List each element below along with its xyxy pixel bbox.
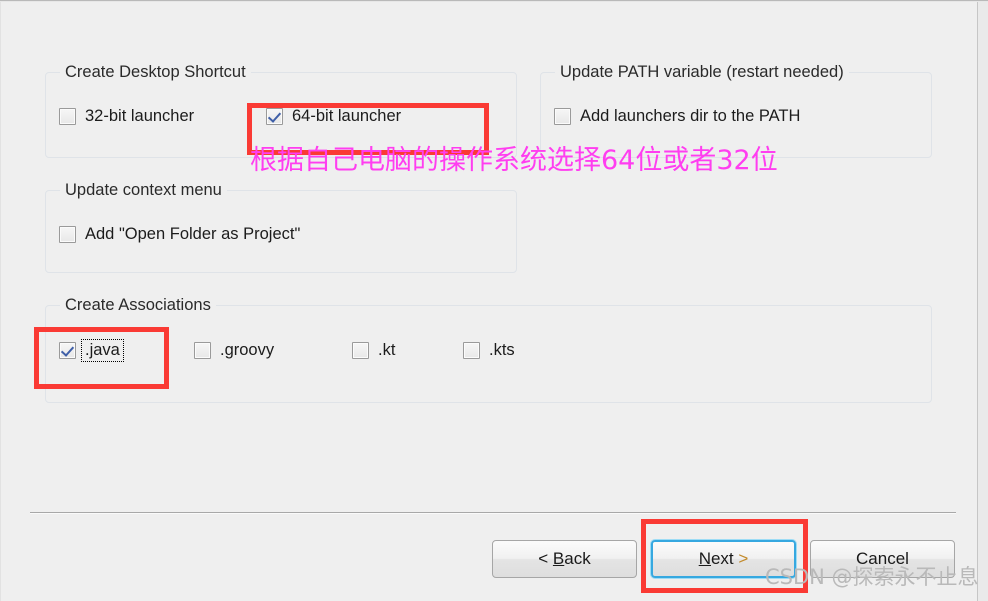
checkbox-label-add-launchers-dir: Add launchers dir to the PATH	[580, 107, 801, 125]
checkbox-row-open-folder-as-project[interactable]: Add "Open Folder as Project"	[59, 225, 300, 244]
group-title-desktop-shortcut: Create Desktop Shortcut	[60, 62, 251, 82]
footer-separator	[30, 512, 956, 514]
checkbox-32bit-launcher[interactable]	[59, 108, 76, 125]
checkbox-row-java[interactable]: .java	[59, 339, 124, 362]
checkbox-row-64bit-launcher[interactable]: 64-bit launcher	[266, 107, 401, 126]
checkbox-row-add-launchers-dir[interactable]: Add launchers dir to the PATH	[554, 107, 800, 126]
group-create-associations: Create Associations .java .groovy .kt .k…	[45, 295, 932, 403]
window-left-edge	[0, 2, 1, 601]
checkbox-row-32bit-launcher[interactable]: 32-bit launcher	[59, 107, 194, 126]
checkbox-label-groovy: .groovy	[220, 341, 275, 359]
checkbox-label-32bit-launcher: 32-bit launcher	[85, 107, 195, 125]
checkbox-64bit-launcher[interactable]	[266, 108, 283, 125]
checkbox-row-kts[interactable]: .kts	[463, 341, 515, 360]
window-right-fill	[978, 2, 988, 601]
group-update-context-menu: Update context menu Add "Open Folder as …	[45, 180, 517, 273]
checkbox-add-launchers-dir[interactable]	[554, 108, 571, 125]
checkbox-groovy[interactable]	[194, 342, 211, 359]
checkbox-open-folder-as-project[interactable]	[59, 226, 76, 243]
back-button[interactable]: < Back	[492, 540, 637, 578]
group-title-create-associations: Create Associations	[60, 295, 216, 315]
window-right-edge	[977, 2, 978, 601]
installer-window: Create Desktop Shortcut 32-bit launcher …	[0, 0, 988, 601]
checkbox-label-kts: .kts	[489, 341, 515, 359]
checkbox-kt[interactable]	[352, 342, 369, 359]
checkbox-row-kt[interactable]: .kt	[352, 341, 395, 360]
checkbox-label-64bit-launcher: 64-bit launcher	[292, 107, 402, 125]
checkbox-label-java: .java	[81, 339, 124, 362]
annotation-note-text: 根据自己电脑的操作系统选择64位或者32位	[250, 145, 778, 176]
checkbox-label-open-folder-as-project: Add "Open Folder as Project"	[85, 225, 301, 243]
checkbox-kts[interactable]	[463, 342, 480, 359]
checkbox-label-kt: .kt	[378, 341, 396, 359]
group-title-context-menu: Update context menu	[60, 180, 227, 200]
window-top-edge	[0, 0, 988, 2]
csdn-watermark: CSDN @探索永不止息	[765, 565, 979, 589]
next-button-label: Next >	[698, 549, 749, 568]
back-button-label: < Back	[538, 549, 591, 568]
checkbox-row-groovy[interactable]: .groovy	[194, 341, 274, 360]
checkbox-java[interactable]	[59, 342, 76, 359]
group-title-path-variable: Update PATH variable (restart needed)	[555, 62, 849, 82]
